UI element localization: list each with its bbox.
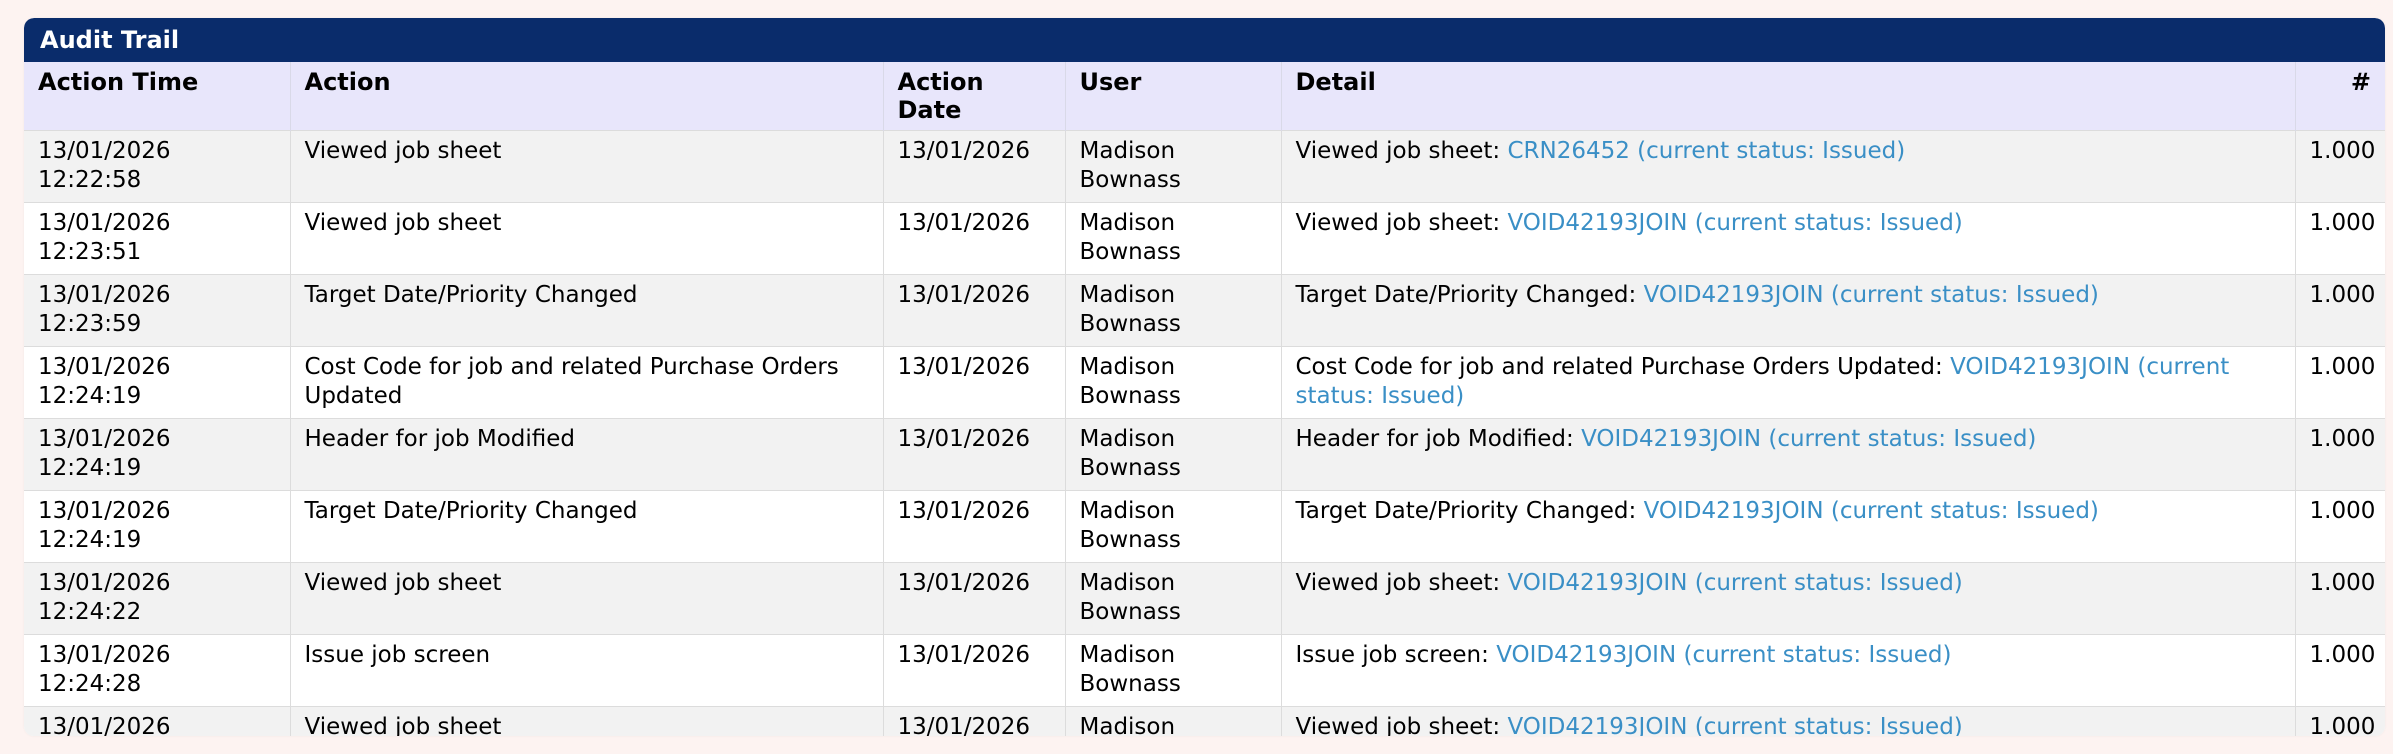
action-time-cell: 13/01/2026 12:24:28 (24, 634, 291, 707)
job-link[interactable]: VOID42193JOIN (current status: Issued) (1507, 210, 1962, 236)
action-time-cell: 13/01/2026 12:24:22 (24, 562, 291, 635)
table-row: 13/01/2026 12:23:51 Viewed job sheet 13/01… (24, 202, 2385, 275)
detail-cell: Viewed job sheet: VOID42193JOIN (current… (1281, 706, 2296, 736)
action-date-cell: 13/01/2026 (883, 706, 1066, 736)
action-date-cell: 13/01/2026 (883, 202, 1066, 275)
table-row: 13/01/2026 12:25:09Viewed job sheet13/01… (24, 706, 2385, 736)
audit-trail-table: Action Time Action Action Date User Deta… (24, 62, 2385, 736)
detail-cell: Target Date/Priority Changed: VOID42193J… (1281, 490, 2296, 563)
action-date-cell: 13/01/2026 (883, 274, 1066, 347)
detail-text: Cost Code for job and related Purchase O… (1295, 354, 1951, 380)
action-time-cell: 13/01/2026 12:23:51 (24, 202, 291, 275)
action-cell: Issue job screen (290, 634, 884, 707)
action-cell: Viewed job sheet (290, 706, 884, 736)
action-date-cell: 13/01/2026 (883, 346, 1066, 419)
column-header-detail[interactable]: Detail (1281, 62, 2296, 131)
job-link[interactable]: VOID42193JOIN (current status: Issued) (1507, 570, 1962, 596)
detail-text: Target Date/Priority Changed: (1295, 282, 1644, 308)
action-cell: Target Date/Priority Changed (290, 490, 884, 563)
count-cell: 1.000 (2295, 562, 2385, 635)
count-cell: 1.000 (2295, 706, 2385, 736)
column-header-action[interactable]: Action (290, 62, 884, 131)
column-header-action-date[interactable]: Action Date (883, 62, 1066, 131)
column-header-user[interactable]: User (1065, 62, 1282, 131)
action-time-cell: 13/01/2026 12:25:09 (24, 706, 291, 736)
action-time-cell: 13/01/2026 12:22:58 (24, 130, 291, 203)
action-time-cell: 13/01/2026 12:24:19 (24, 346, 291, 419)
detail-text: Viewed job sheet: (1295, 714, 1508, 736)
job-link[interactable]: VOID42193JOIN (current status: Issued) (1496, 642, 1951, 668)
job-link[interactable]: VOID42193JOIN (current status: Issued) (1644, 498, 2099, 524)
detail-text: Viewed job sheet: (1295, 138, 1508, 164)
action-cell: Viewed job sheet (290, 130, 884, 203)
action-date-cell: 13/01/2026 (883, 562, 1066, 635)
action-time-cell: 13/01/2026 12:24:19 (24, 490, 291, 563)
count-cell: 1.000 (2295, 346, 2385, 419)
count-cell: 1.000 (2295, 418, 2385, 491)
count-cell: 1.000 (2295, 274, 2385, 347)
detail-text: Viewed job sheet: (1295, 570, 1508, 596)
detail-cell: Target Date/Priority Changed: VOID42193J… (1281, 274, 2296, 347)
count-cell: 1.000 (2295, 202, 2385, 275)
column-header-count[interactable]: # (2295, 62, 2385, 131)
panel-title: Audit Trail (24, 18, 2385, 62)
detail-text: Issue job screen: (1295, 642, 1497, 668)
action-cell: Target Date/Priority Changed (290, 274, 884, 347)
table-row: 13/01/2026 12:22:58 Viewed job sheet 13/01… (24, 130, 2385, 203)
table-row: 13/01/2026 12:24:19 Header for job Modifi… (24, 418, 2385, 491)
detail-cell: Viewed job sheet: VOID42193JOIN (current… (1281, 562, 2296, 635)
count-cell: 1.000 (2295, 490, 2385, 563)
detail-text: Header for job Modified: (1295, 426, 1582, 452)
action-time-cell: 13/01/2026 12:23:59 (24, 274, 291, 347)
user-cell: Madison Bownass (1065, 634, 1282, 707)
user-cell: Madison Bownass (1065, 418, 1282, 491)
detail-cell: Header for job Modified: VOID42193JOIN (… (1281, 418, 2296, 491)
action-cell: Header for job Modified (290, 418, 884, 491)
detail-cell: Viewed job sheet: VOID42193JOIN (current… (1281, 202, 2296, 275)
action-date-cell: 13/01/2026 (883, 418, 1066, 491)
job-link[interactable]: VOID42193JOIN (current status: Issued) (1581, 426, 2036, 452)
table-row: 13/01/2026 12:24:22 Viewed job sheet 13/01… (24, 562, 2385, 635)
user-cell: Madison Bownass (1065, 706, 1282, 736)
count-cell: 1.000 (2295, 634, 2385, 707)
user-cell: Madison Bownass (1065, 202, 1282, 275)
action-cell: Viewed job sheet (290, 202, 884, 275)
action-cell: Cost Code for job and related Purchase O… (290, 346, 884, 419)
action-cell: Viewed job sheet (290, 562, 884, 635)
user-cell: Madison Bownass (1065, 490, 1282, 563)
table-row: 13/01/2026 12:23:59 Target Date/Priority … (24, 274, 2385, 347)
table-row: 13/01/2026 12:24:19 Target Date/Priority … (24, 490, 2385, 563)
user-cell: Madison Bownass (1065, 130, 1282, 203)
detail-cell: Issue job screen: VOID42193JOIN (current… (1281, 634, 2296, 707)
detail-text: Target Date/Priority Changed: (1295, 498, 1644, 524)
action-date-cell: 13/01/2026 (883, 634, 1066, 707)
detail-text: Viewed job sheet: (1295, 210, 1508, 236)
table-header-row: Action Time Action Action Date User Deta… (24, 62, 2385, 131)
column-header-action-time[interactable]: Action Time (24, 62, 291, 131)
user-cell: Madison Bownass (1065, 274, 1282, 347)
count-cell: 1.000 (2295, 130, 2385, 203)
job-link[interactable]: CRN26452 (current status: Issued) (1507, 138, 1905, 164)
audit-trail-panel: Audit Trail Action Time Action Action Da… (24, 18, 2385, 736)
table-row: 13/01/2026 12:24:19 Cost Code for job and… (24, 346, 2385, 419)
job-link[interactable]: VOID42193JOIN (current status: Issued) (1507, 714, 1962, 736)
detail-cell: Viewed job sheet: CRN26452 (current stat… (1281, 130, 2296, 203)
table-row: 13/01/2026 12:24:28 Issue job screen 13/01… (24, 634, 2385, 707)
action-date-cell: 13/01/2026 (883, 490, 1066, 563)
action-time-cell: 13/01/2026 12:24:19 (24, 418, 291, 491)
user-cell: Madison Bownass (1065, 346, 1282, 419)
action-date-cell: 13/01/2026 (883, 130, 1066, 203)
user-cell: Madison Bownass (1065, 562, 1282, 635)
detail-cell: Cost Code for job and related Purchase O… (1281, 346, 2296, 419)
job-link[interactable]: VOID42193JOIN (current status: Issued) (1644, 282, 2099, 308)
